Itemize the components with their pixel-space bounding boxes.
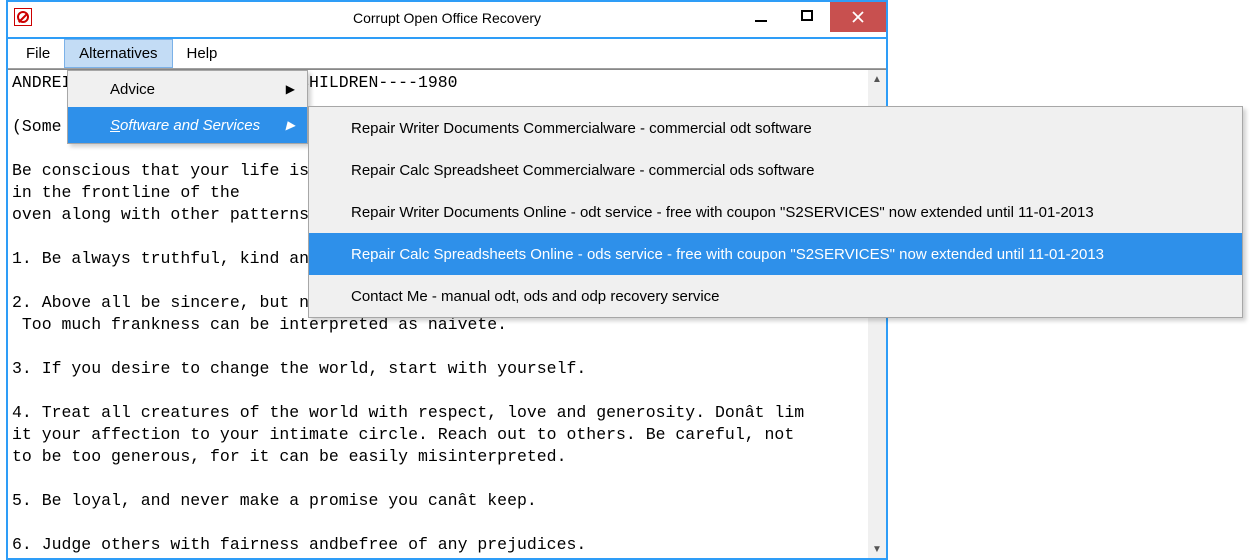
- submenu-item-repair-writer-online[interactable]: Repair Writer Documents Online - odt ser…: [309, 191, 1242, 233]
- maximize-icon: [801, 10, 813, 21]
- dropdown-label-advice: Advice: [110, 81, 155, 98]
- alternatives-dropdown: Advice ▶ Software and Services ▶: [67, 70, 308, 144]
- dropdown-item-advice[interactable]: Advice ▶: [68, 71, 307, 107]
- maximize-button[interactable]: [784, 2, 830, 28]
- chevron-right-icon: ▶: [286, 82, 295, 96]
- submenu-item-repair-calc-commercial[interactable]: Repair Calc Spreadsheet Commercialware -…: [309, 149, 1242, 191]
- close-button[interactable]: [830, 2, 886, 32]
- window-controls: [738, 2, 886, 32]
- menubar: File Alternatives Help: [8, 39, 886, 69]
- dropdown-label-software: Software and Services: [110, 117, 260, 134]
- menu-file[interactable]: File: [12, 39, 64, 68]
- titlebar: Corrupt Open Office Recovery: [8, 2, 886, 39]
- app-icon: [14, 8, 32, 26]
- menu-help[interactable]: Help: [173, 39, 232, 68]
- minimize-icon: [755, 20, 767, 22]
- submenu-item-repair-writer-commercial[interactable]: Repair Writer Documents Commercialware -…: [309, 107, 1242, 149]
- submenu-item-contact-me[interactable]: Contact Me - manual odt, ods and odp rec…: [309, 275, 1242, 317]
- scroll-down-icon[interactable]: ▼: [868, 540, 886, 558]
- chevron-right-icon: ▶: [286, 118, 295, 132]
- close-icon: [851, 10, 865, 24]
- dropdown-item-software[interactable]: Software and Services ▶: [68, 107, 307, 143]
- software-submenu: Repair Writer Documents Commercialware -…: [308, 106, 1243, 318]
- menu-alternatives[interactable]: Alternatives: [64, 39, 172, 68]
- minimize-button[interactable]: [738, 2, 784, 28]
- submenu-item-repair-calc-online[interactable]: Repair Calc Spreadsheets Online - ods se…: [309, 233, 1242, 275]
- scroll-up-icon[interactable]: ▲: [868, 70, 886, 88]
